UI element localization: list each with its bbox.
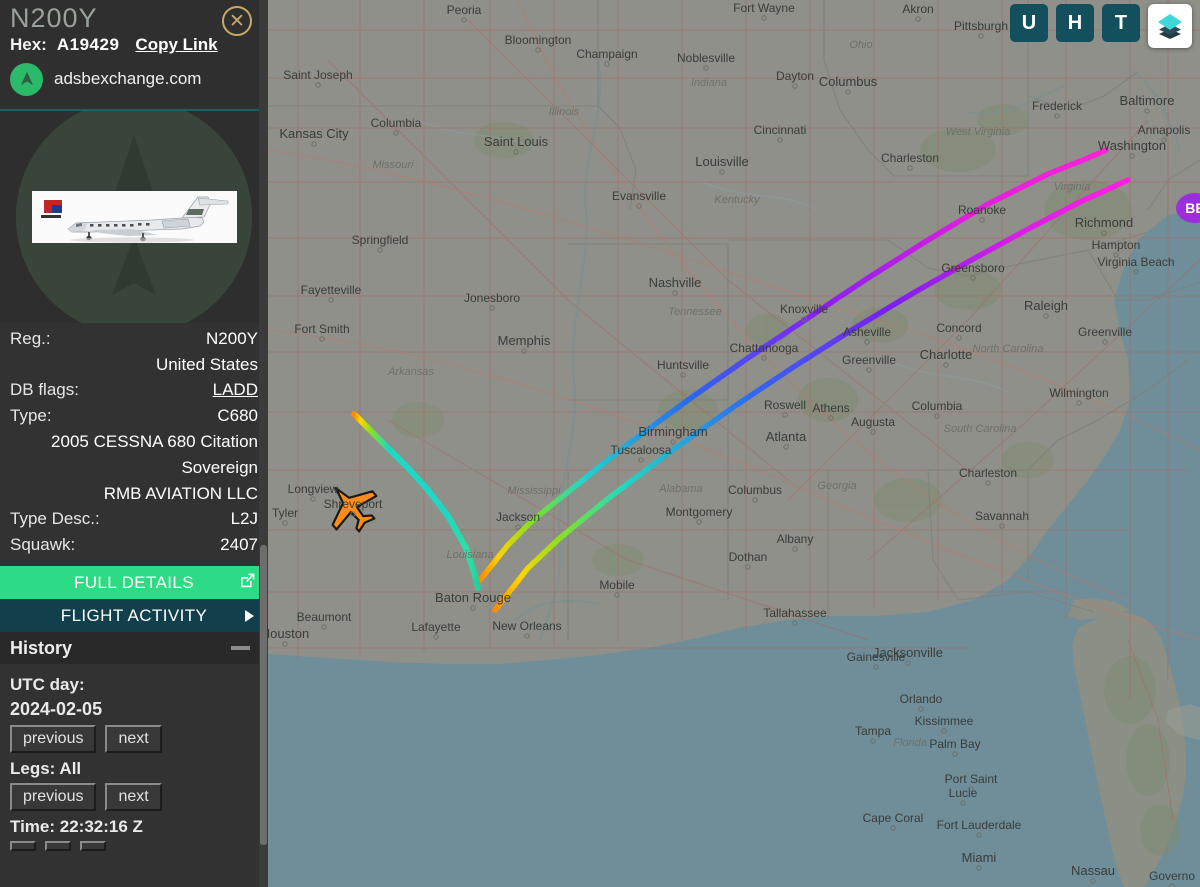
map-canvas bbox=[268, 0, 1200, 887]
map-view[interactable]: Peoria Fort Wayne Akron Bloomington Pittsbur… bbox=[268, 0, 1200, 887]
detail-value: United States bbox=[155, 354, 258, 374]
history-body: UTC day: 2024-02-05 previous next Legs: … bbox=[0, 664, 268, 852]
utc-day-label: UTC day: bbox=[10, 675, 85, 695]
detail-row-dbflags: DB flags: LADD bbox=[10, 377, 258, 403]
arrow-up-icon bbox=[20, 72, 33, 86]
sidebar-scrollbar-thumb[interactable] bbox=[260, 545, 267, 845]
legs-nav: previous next bbox=[10, 783, 258, 812]
aircraft-model: 2005 CESSNA 680 Citation Sovereign bbox=[51, 432, 258, 477]
time-nav bbox=[10, 841, 258, 852]
map-controls: U H T bbox=[1010, 4, 1192, 48]
close-icon[interactable]: ✕ bbox=[222, 6, 252, 36]
aircraft-info-panel: N200Y ✕ Hex: A19429 Copy Link adsbexchan… bbox=[0, 0, 268, 887]
detail-key: Type Desc.: bbox=[10, 509, 100, 529]
utc-next-button[interactable]: next bbox=[105, 725, 162, 754]
map-button-h[interactable]: H bbox=[1056, 4, 1094, 42]
full-details-button[interactable]: FULL DETAILS bbox=[0, 566, 268, 600]
play-arrow-icon bbox=[245, 609, 254, 622]
aircraft-photo-block[interactable] bbox=[0, 110, 268, 323]
sidebar-scrollbar[interactable] bbox=[259, 0, 268, 887]
hex-row: Hex: A19429 Copy Link bbox=[10, 35, 258, 55]
brand-row: adsbexchange.com bbox=[10, 62, 258, 101]
aircraft-photo[interactable] bbox=[31, 190, 237, 243]
detail-key: DB flags: bbox=[10, 380, 79, 400]
map-button-u[interactable]: U bbox=[1010, 4, 1048, 42]
utc-previous-button[interactable]: previous bbox=[10, 725, 97, 754]
time-extra-button[interactable] bbox=[80, 841, 106, 852]
aircraft-operator: RMB AVIATION LLC bbox=[103, 483, 258, 503]
copy-link-button[interactable]: Copy Link bbox=[135, 35, 217, 55]
legs-previous-button[interactable]: previous bbox=[10, 783, 97, 812]
app-root: Peoria Fort Wayne Akron Bloomington Pittsbur… bbox=[0, 0, 1200, 887]
detail-row-squawk: Squawk: 2407 bbox=[10, 532, 258, 558]
detail-value: 2407 bbox=[220, 535, 258, 555]
business-jet-photo bbox=[31, 190, 237, 243]
flight-activity-label: FLIGHT ACTIVITY bbox=[60, 605, 208, 625]
time-previous-button[interactable] bbox=[10, 841, 36, 852]
aircraft-details: Reg.: N200Y United States DB flags: LADD… bbox=[0, 322, 268, 563]
detail-value: N200Y bbox=[206, 328, 258, 348]
detail-value: L2J bbox=[230, 509, 258, 529]
detail-value: C680 bbox=[217, 406, 258, 426]
detail-row-type: Type: C680 bbox=[10, 403, 258, 429]
detail-key: Reg.: bbox=[10, 328, 51, 348]
history-title: History bbox=[10, 637, 73, 658]
hex-value: A19429 bbox=[56, 34, 120, 54]
detail-row-typedesc: Type Desc.: L2J bbox=[10, 506, 258, 532]
layers-icon bbox=[1158, 14, 1182, 39]
history-header: History bbox=[0, 632, 268, 665]
legs-label: Legs: All bbox=[10, 759, 82, 779]
map-button-t[interactable]: T bbox=[1102, 4, 1140, 42]
time-next-button[interactable] bbox=[45, 841, 71, 852]
legs-next-button[interactable]: next bbox=[105, 783, 162, 812]
detail-row-reg: Reg.: N200Y bbox=[10, 326, 258, 352]
flight-activity-button[interactable]: FLIGHT ACTIVITY bbox=[0, 599, 268, 633]
minimize-icon[interactable] bbox=[231, 646, 250, 651]
brand-label: adsbexchange.com bbox=[54, 69, 202, 89]
time-label: Time: 22:32:16 Z bbox=[10, 817, 143, 837]
ladd-link[interactable]: LADD bbox=[213, 377, 258, 403]
full-details-label: FULL DETAILS bbox=[73, 572, 195, 592]
detail-key: Type: bbox=[10, 406, 52, 426]
panel-header: N200Y ✕ Hex: A19429 Copy Link adsbexchan… bbox=[0, 0, 268, 107]
adsb-arrow-logo bbox=[10, 62, 43, 96]
detail-key: Squawk: bbox=[10, 535, 76, 555]
callsign-title: N200Y bbox=[10, 3, 98, 33]
external-link-icon bbox=[239, 572, 256, 594]
detail-row-country: United States bbox=[10, 352, 258, 378]
utc-day-value: 2024-02-05 bbox=[10, 699, 103, 720]
utc-day-nav: previous next bbox=[10, 725, 258, 754]
hex-label: Hex: bbox=[10, 34, 47, 54]
layers-button[interactable] bbox=[1148, 4, 1192, 48]
